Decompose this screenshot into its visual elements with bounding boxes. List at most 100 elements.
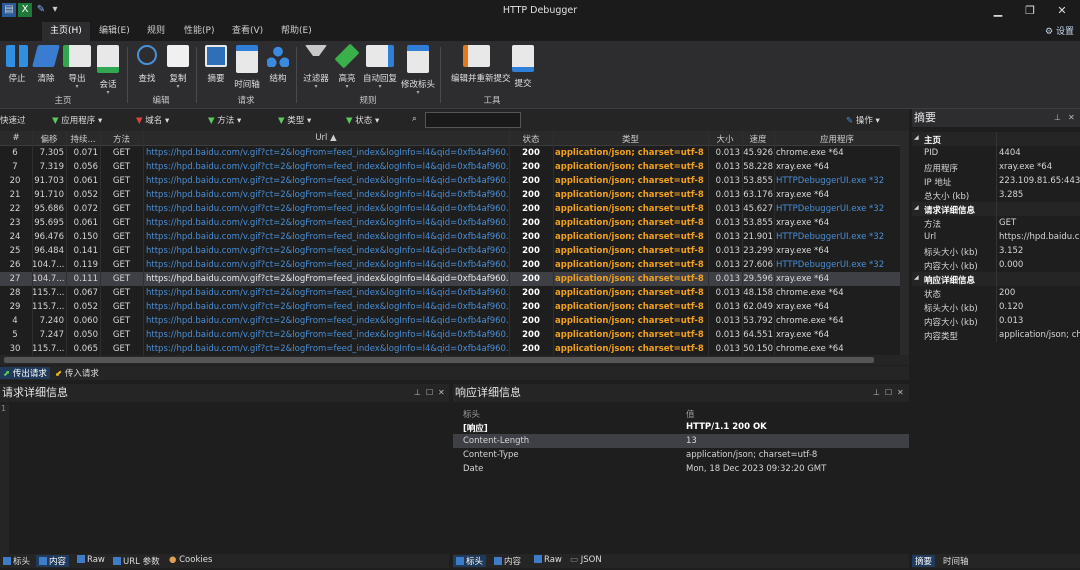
close-icon[interactable]: ✕ xyxy=(897,388,904,397)
float-icon[interactable]: ☐ xyxy=(885,388,892,397)
tab-timeline[interactable]: 时间轴 xyxy=(940,555,972,567)
table-row[interactable]: Content-Type application/json; charset=u… xyxy=(453,448,909,462)
row-type: application/json; charset=utf-8 xyxy=(555,344,704,354)
col-header-type[interactable]: 类型 xyxy=(553,133,708,145)
property-value: 0.120 xyxy=(999,302,1024,312)
menu-edit[interactable]: 编辑(E) xyxy=(91,22,138,41)
table-row[interactable]: 23 95.695 0.061 GET https://hpd.baidu.com/v.… xyxy=(0,216,900,230)
filter-app[interactable]: ▼ 应用程序 ▾ xyxy=(52,114,102,126)
tab-incoming[interactable]: ⬋ 传入请求 xyxy=(52,367,102,379)
filter-status[interactable]: ▼ 状态 ▾ xyxy=(346,114,379,126)
request-editor[interactable]: 1 xyxy=(0,404,449,554)
tab-req-content[interactable]: 内容 xyxy=(36,555,70,567)
settings-button[interactable]: ⚙ 设置 xyxy=(1045,24,1074,37)
table-row[interactable]: 24 96.476 0.150 GET https://hpd.baidu.com/v.… xyxy=(0,230,900,244)
col-header-url[interactable]: Url ▲ xyxy=(143,133,509,143)
section-title: 响应详细信息 xyxy=(924,276,976,286)
col-header-duration[interactable]: 持续... xyxy=(66,133,100,145)
chevron-down-icon: ▾ xyxy=(106,89,110,96)
copy-button[interactable]: 复制 ▾ xyxy=(163,45,193,90)
tab-req-headers[interactable]: 标头 xyxy=(0,555,33,567)
table-row[interactable]: Content-Length 13 xyxy=(453,434,909,448)
row-offset: 115.7... xyxy=(32,302,64,312)
row-speed: 45.627 xyxy=(743,204,773,214)
table-row[interactable]: 6 7.305 0.071 GET https://hpd.baidu.com/v.gi… xyxy=(0,146,900,160)
close-icon[interactable]: ✕ xyxy=(1068,113,1075,122)
tab-resp-raw[interactable]: Raw xyxy=(531,555,565,567)
table-row[interactable]: 7 7.319 0.056 GET https://hpd.baidu.com/v.gi… xyxy=(0,160,900,174)
scrollbar-thumb[interactable] xyxy=(4,357,874,363)
col-header-speed[interactable]: 速度 xyxy=(742,133,774,145)
auto-reply-button[interactable]: 自动回复 ▾ xyxy=(363,45,397,90)
table-row[interactable]: 21 91.710 0.052 GET https://hpd.baidu.com/v.… xyxy=(0,188,900,202)
menu-performance[interactable]: 性能(P) xyxy=(176,22,222,41)
pin-icon[interactable]: ⊥ xyxy=(873,388,880,397)
table-row[interactable]: 28 115.7... 0.067 GET https://hpd.baidu.com/… xyxy=(0,286,900,300)
row-method: GET xyxy=(112,218,131,228)
pin-icon[interactable]: ⊥ xyxy=(414,388,421,397)
tab-req-raw[interactable]: Raw xyxy=(74,555,108,567)
row-app: xray.exe *64 xyxy=(776,302,830,312)
tab-req-url-params[interactable]: URL 参数 xyxy=(110,555,163,567)
tab-summary[interactable]: 摘要 xyxy=(912,555,936,567)
col-header-size[interactable]: 大小 xyxy=(708,133,742,145)
search-icon: ⌕ xyxy=(412,114,417,124)
headers-icon xyxy=(456,557,464,565)
session-button[interactable]: 会话 ▾ xyxy=(93,45,123,96)
tab-resp-json[interactable]: ▭ JSON xyxy=(567,555,605,567)
submit-button[interactable]: 提交 xyxy=(508,45,538,89)
structure-button[interactable]: 结构 xyxy=(263,45,293,84)
maximize-button[interactable]: ❐ xyxy=(1020,4,1040,17)
float-icon[interactable]: ☐ xyxy=(426,388,433,397)
table-row[interactable]: 30 115.7... 0.065 GET https://hpd.baidu.com/… xyxy=(0,342,900,355)
col-header-app[interactable]: 应用程序 xyxy=(774,133,900,145)
col-header-name[interactable]: 标头 xyxy=(463,408,480,420)
col-header-num[interactable]: # xyxy=(0,133,32,143)
filter-method[interactable]: ▼ 方法 ▾ xyxy=(208,114,241,126)
grid-scrollbar[interactable] xyxy=(900,145,909,355)
modify-headers-button[interactable]: 修改标头 ▾ xyxy=(401,45,435,96)
tab-req-cookies[interactable]: ● Cookies xyxy=(166,555,215,567)
tab-resp-content[interactable]: 内容 xyxy=(491,555,524,567)
menu-view[interactable]: 查看(V) xyxy=(224,22,271,41)
row-type: application/json; charset=utf-8 xyxy=(555,316,704,326)
edit-resubmit-button[interactable]: 编辑并重新提交 xyxy=(451,45,511,84)
tab-outgoing[interactable]: ⬈ 传出请求 xyxy=(0,367,50,379)
close-button[interactable]: ✕ xyxy=(1052,4,1072,17)
menu-rules[interactable]: 规则 xyxy=(139,22,173,41)
row-url: https://hpd.baidu.com/v.gif?ct=2&logFrom… xyxy=(146,330,508,340)
operations-dropdown[interactable]: ✎ 操作 ▾ xyxy=(846,114,880,126)
menu-home[interactable]: 主页(H) xyxy=(42,22,90,41)
pause-icon xyxy=(6,45,28,67)
grid-horizontal-scrollbar[interactable] xyxy=(0,355,909,365)
table-row[interactable]: 26 104.7... 0.119 GET https://hpd.baidu.com/… xyxy=(0,258,900,272)
col-header-offset[interactable]: 偏移 xyxy=(32,133,66,145)
search-input[interactable] xyxy=(425,112,521,128)
row-speed: 50.150 xyxy=(743,344,773,354)
table-row[interactable]: 25 96.484 0.141 GET https://hpd.baidu.com/v.… xyxy=(0,244,900,258)
filter-icon: ▼ xyxy=(52,116,59,126)
col-header-status[interactable]: 状态 xyxy=(509,133,553,145)
menu-help[interactable]: 帮助(E) xyxy=(273,22,320,41)
table-row[interactable]: 29 115.7... 0.052 GET https://hpd.baidu.com/… xyxy=(0,300,900,314)
table-row[interactable]: 27 104.7... 0.111 GET https://hpd.baidu.com/… xyxy=(0,272,900,286)
row-status: 200 xyxy=(522,204,540,214)
row-speed: 58.228 xyxy=(743,162,773,172)
close-icon[interactable]: ✕ xyxy=(438,388,445,397)
table-row[interactable]: Date Mon, 18 Dec 2023 09:32:20 GMT xyxy=(453,462,909,476)
table-row[interactable]: 20 91.703 0.061 GET https://hpd.baidu.com/v.… xyxy=(0,174,900,188)
minimize-button[interactable]: ▁ xyxy=(988,4,1008,17)
row-status: 200 xyxy=(522,316,540,326)
col-header-value[interactable]: 值 xyxy=(686,408,695,420)
filter-type[interactable]: ▼ 类型 ▾ xyxy=(278,114,311,126)
table-row[interactable]: 4 7.240 0.060 GET https://hpd.baidu.com/v.gi… xyxy=(0,314,900,328)
filter-domain[interactable]: ▼ 域名 ▾ xyxy=(136,114,169,126)
pin-icon[interactable]: ⊥ xyxy=(1054,113,1061,122)
col-header-method[interactable]: 方法 xyxy=(100,133,143,145)
table-row[interactable]: 22 95.686 0.072 GET https://hpd.baidu.com/v.… xyxy=(0,202,900,216)
row-size: 0.013 xyxy=(715,246,740,256)
table-row[interactable]: [响应] HTTP/1.1 200 OK xyxy=(453,420,909,434)
table-row[interactable]: 5 7.247 0.050 GET https://hpd.baidu.com/v.gi… xyxy=(0,328,900,342)
row-method: GET xyxy=(112,260,131,270)
tab-resp-headers[interactable]: 标头 xyxy=(453,555,487,567)
